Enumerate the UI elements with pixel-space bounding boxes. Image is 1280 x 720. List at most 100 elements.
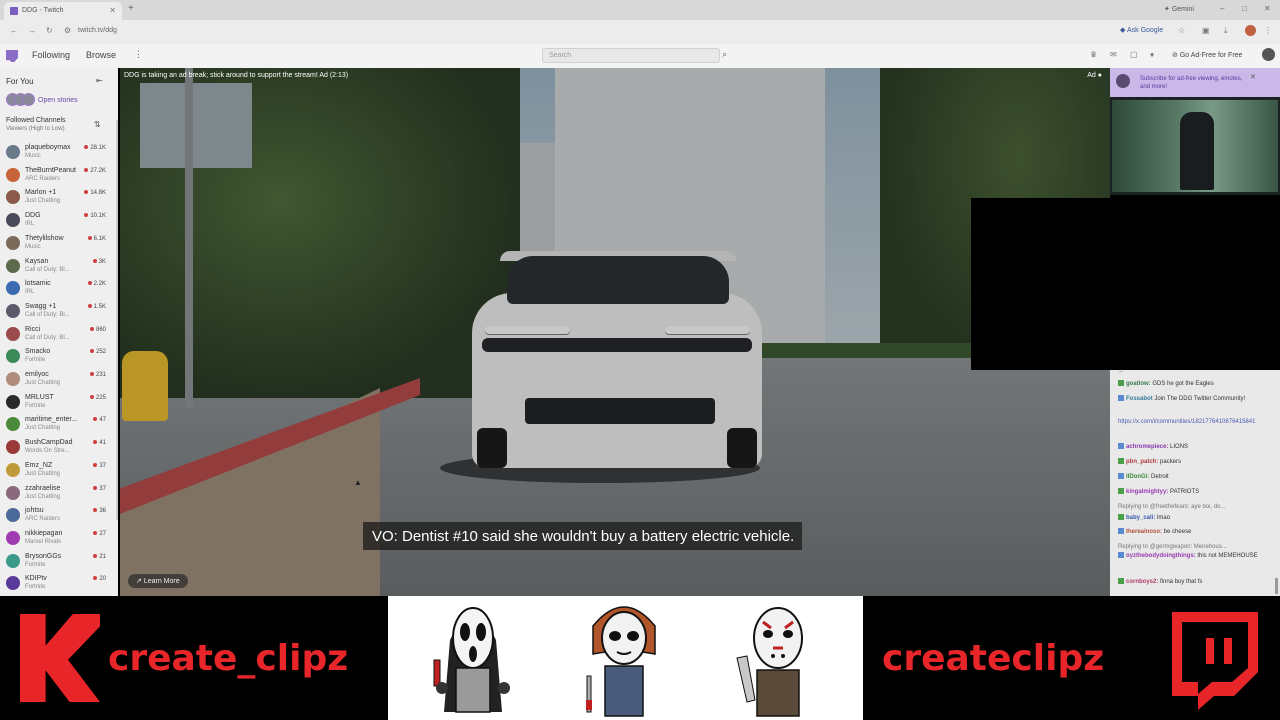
browser-tab[interactable]: DDG - Twitch ✕	[4, 2, 122, 20]
video-caption: VO: Dentist #10 said she wouldn't buy a …	[363, 522, 803, 550]
sidebar-channel-item[interactable]: nikkiepagan Marvel Rivals 27	[0, 528, 112, 550]
channel-name: johtsu	[25, 507, 44, 515]
ad-free-label: Go Ad-Free for Free	[1179, 52, 1243, 59]
notifications-icon[interactable]: ♦	[1150, 50, 1154, 59]
search-input[interactable]: Search	[542, 48, 720, 63]
chat-message: goatlow: GDS he got the Eagles	[1118, 380, 1268, 388]
gemini-button[interactable]: ✦ Gemini	[1164, 5, 1194, 13]
chat-badge-icon	[1118, 473, 1124, 479]
minimize-icon[interactable]: –	[1220, 4, 1224, 13]
channel-avatar	[6, 213, 20, 228]
sidebar-channel-item[interactable]: Swagg +1 Call of Duty: Bl... 1.5K	[0, 301, 112, 323]
sidebar-channel-item[interactable]: Kaysan Call of Duty: Bl... 3K	[0, 256, 112, 278]
video-player[interactable]: DDG is taking an ad break; stick around …	[120, 68, 1110, 596]
forward-icon[interactable]: →	[28, 26, 36, 35]
channel-viewers: 14.8K	[84, 190, 106, 196]
inbox-icon[interactable]: ✉	[1110, 50, 1117, 59]
collapse-sidebar-icon[interactable]: ⇤	[96, 76, 103, 85]
channel-viewers: 28.1K	[84, 145, 106, 151]
sidebar-channel-item[interactable]: TheBurntPeanut ARC Raiders 27.2K	[0, 165, 112, 187]
chat-username[interactable]: achromepiece:	[1126, 444, 1168, 450]
channel-avatar	[6, 167, 20, 182]
chat-username[interactable]: Fossabot	[1126, 396, 1153, 402]
live-dot-icon	[93, 576, 98, 581]
sidebar-channel-item[interactable]: DDG IRL 10.1K	[0, 210, 112, 232]
nav-browse[interactable]: Browse	[86, 50, 116, 60]
open-stories-link[interactable]: Open stories	[38, 97, 78, 104]
url-field[interactable]: twitch.tv/ddg	[78, 27, 117, 34]
story-avatar[interactable]	[22, 93, 35, 106]
extensions-icon[interactable]: ▣	[1202, 26, 1210, 35]
chat-message: kingalmightyy: PATRIOTS	[1118, 488, 1268, 496]
channel-avatar	[6, 553, 20, 568]
chat-username[interactable]: goatlow:	[1126, 381, 1151, 387]
sort-icon[interactable]: ⇅	[94, 120, 101, 129]
sidebar-channel-item[interactable]: Marlon +1 Just Chatting 14.8K	[0, 187, 112, 209]
chat-text: GDS he got the Eagles	[1150, 381, 1214, 387]
channel-category: Music	[25, 243, 41, 250]
chat-username[interactable]: pbn_patch:	[1126, 459, 1158, 465]
browser-profile-avatar[interactable]	[1245, 25, 1256, 36]
new-tab-icon[interactable]: +	[128, 3, 134, 14]
sidebar-channel-item[interactable]: lotsamic IRL 2.2K	[0, 278, 112, 300]
user-avatar[interactable]	[1262, 48, 1275, 61]
sidebar-scrollbar[interactable]	[116, 120, 118, 520]
sidebar-channel-item[interactable]: johtsu ARC Raiders 36	[0, 505, 112, 527]
sidebar-channel-item[interactable]: zzahraelise Just Chatting 37	[0, 483, 112, 505]
learn-more-button[interactable]: ↗ Learn More	[128, 574, 188, 588]
reload-icon[interactable]: ↻	[46, 26, 53, 35]
viewer-count: 28.1K	[90, 145, 106, 151]
downloads-icon[interactable]: ⤓	[1224, 26, 1228, 36]
promo-close-icon[interactable]: ✕	[1250, 73, 1256, 81]
sidebar-channel-item[interactable]: Smacko Fortnite 252	[0, 346, 112, 368]
channel-avatar	[6, 258, 20, 273]
info-icon[interactable]: ●	[1098, 72, 1102, 79]
close-window-icon[interactable]: ✕	[1264, 4, 1271, 13]
maximize-icon[interactable]: □	[1242, 4, 1247, 13]
channel-avatar	[6, 417, 20, 432]
sidebar-channel-item[interactable]: Thetylilshow Music 6.1K	[0, 233, 112, 255]
stories-avatars[interactable]	[6, 93, 35, 109]
viewer-count: 37	[99, 462, 106, 469]
ad-free-button[interactable]: ⊘ Go Ad-Free for Free	[1172, 51, 1242, 59]
sidebar-channel-item[interactable]: maritime_enter... Just Chatting 47	[0, 414, 112, 436]
chat-username[interactable]: thereainoso:	[1126, 529, 1162, 535]
sidebar-channel-item[interactable]: MRLUST Fortnite 225	[0, 392, 112, 414]
browser-menu-icon[interactable]: ⋮	[1264, 26, 1272, 35]
promo-avatar	[1116, 74, 1130, 88]
channel-avatar	[6, 394, 20, 409]
channel-avatar	[6, 485, 20, 500]
followed-channels-title: Followed Channels	[6, 117, 66, 124]
chat-username[interactable]: baby_cali:	[1126, 515, 1155, 521]
tab-close-icon[interactable]: ✕	[109, 6, 116, 15]
chat-username[interactable]: kingalmightyy:	[1126, 489, 1168, 495]
chat-username[interactable]: cornboys2:	[1126, 579, 1158, 585]
ad-break-notice: DDG is taking an ad break; stick around …	[124, 72, 349, 79]
sidebar-channel-item[interactable]: plaqueboymax Music 28.1K	[0, 142, 112, 164]
whispers-icon[interactable]: ▢	[1130, 50, 1138, 59]
sidebar-channel-item[interactable]: Ricci Call of Duty: Bl... 860	[0, 324, 112, 346]
ask-google-button[interactable]: ◆ Ask Google	[1120, 26, 1163, 34]
chat-username[interactable]: oyzthebodydoingthings:	[1126, 553, 1196, 559]
sidebar-channel-item[interactable]: Emz_NZ Just Chatting 37	[0, 460, 112, 482]
back-icon[interactable]: ←	[10, 26, 18, 35]
sidebar-channel-item[interactable]: BushCampDad Words On Stre... 41	[0, 437, 112, 459]
chat-scrollbar[interactable]	[1275, 578, 1278, 594]
more-menu-icon[interactable]: ⋮	[134, 49, 143, 60]
crown-icon[interactable]: ♛	[1090, 50, 1097, 59]
channel-category: IRL	[25, 289, 35, 296]
site-info-icon[interactable]: ⚙	[64, 26, 71, 35]
chat-username[interactable]: IlDonGi:	[1126, 474, 1149, 480]
chat-text: Detroit	[1149, 474, 1169, 480]
channel-category: ARC Raiders	[25, 516, 61, 523]
search-icon[interactable]: ⌕	[722, 49, 727, 60]
live-dot-icon	[93, 462, 98, 467]
nav-following[interactable]: Following	[32, 50, 70, 60]
michael-myers-mascot-icon	[586, 606, 656, 717]
sidebar-channel-item[interactable]: emilyoc Just Chatting 231	[0, 369, 112, 391]
sidebar-channel-item[interactable]: BrysonGGs Fortnite 21	[0, 551, 112, 573]
channel-category: Call of Duty: Bl...	[25, 266, 70, 273]
sidebar-channel-item[interactable]: KDIPtv Fortnite 20	[0, 573, 112, 595]
viewer-count: 1.5K	[93, 303, 106, 310]
bookmark-star-icon[interactable]: ☆	[1178, 26, 1185, 35]
